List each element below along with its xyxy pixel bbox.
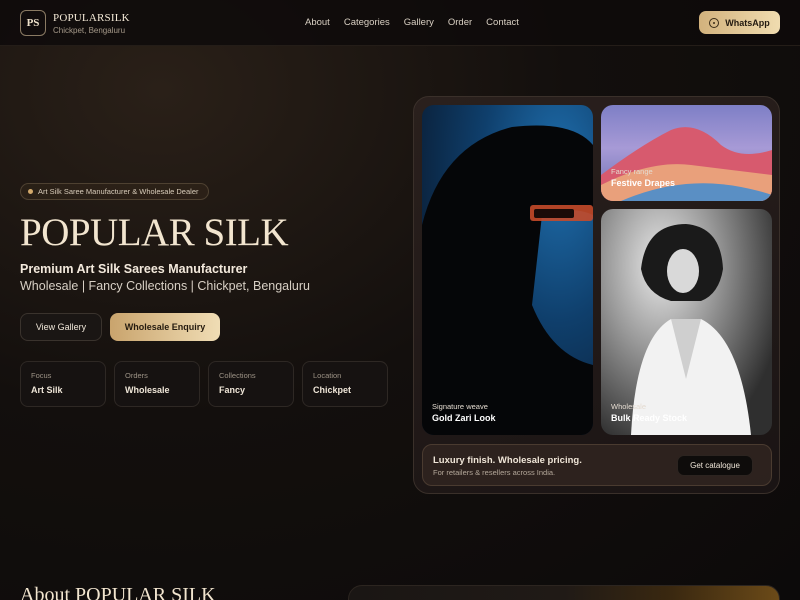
badge-text: Art Silk Saree Manufacturer & Wholesale … (38, 187, 199, 196)
stat-card: Focus Art Silk (20, 361, 106, 407)
chat-icon (709, 17, 720, 28)
brand-text: POPULARSILK Chickpet, Bengaluru (53, 12, 130, 35)
stat-label: Collections (219, 371, 256, 380)
stat-value: Wholesale (125, 385, 170, 395)
stat-value: Chickpet (313, 385, 352, 395)
hero-badge: Art Silk Saree Manufacturer & Wholesale … (20, 183, 209, 200)
main-nav: About Categories Gallery Order Contact (305, 17, 533, 28)
nav-categories[interactable]: Categories (344, 17, 390, 28)
strip-title: Luxury finish. Wholesale pricing. (433, 455, 582, 466)
stat-label: Location (313, 371, 342, 380)
card-caption: Fancy range Festive Drapes (611, 167, 675, 188)
gallery-card-gold-zari[interactable]: Signature weave Gold Zari Look (422, 105, 593, 435)
brand-name: POPULARSILK (53, 11, 130, 24)
about-image-panel (348, 585, 780, 600)
nav-about[interactable]: About (305, 17, 330, 28)
gallery-card-festive[interactable]: Fancy range Festive Drapes (601, 105, 772, 201)
get-catalogue-button[interactable]: Get catalogue (677, 455, 753, 476)
caption-small: Wholesale (611, 402, 647, 411)
caption-title: Bulk Ready Stock (611, 413, 688, 423)
caption-small: Fancy range (611, 167, 653, 176)
nav-contact[interactable]: Contact (486, 17, 519, 28)
stat-card: Collections Fancy (208, 361, 294, 407)
caption-title: Gold Zari Look (432, 413, 496, 423)
gallery-panel: Signature weave Gold Zari Look Fancy ran… (413, 96, 780, 494)
stats-row: Focus Art Silk Orders Wholesale Collecti… (20, 361, 396, 407)
hero-subtitle: Premium Art Silk Sarees Manufacturer (20, 262, 248, 276)
card-caption: Signature weave Gold Zari Look (432, 402, 496, 423)
brand-location: Chickpet, Bengaluru (53, 25, 126, 35)
badge-dot-icon (28, 189, 33, 194)
stat-label: Orders (125, 371, 148, 380)
logo: PS (20, 10, 46, 36)
top-navbar: PS POPULARSILK Chickpet, Bengaluru About… (0, 0, 800, 46)
stat-card: Location Chickpet (302, 361, 388, 407)
card-caption: Wholesale Bulk Ready Stock (611, 402, 687, 423)
whatsapp-button[interactable]: WhatsApp (699, 11, 780, 34)
whatsapp-label: WhatsApp (725, 17, 770, 28)
caption-title: Festive Drapes (611, 178, 676, 188)
wholesale-enquiry-button[interactable]: Wholesale Enquiry (110, 313, 220, 341)
strip-subtitle: For retailers & resellers across India. (433, 468, 556, 477)
nav-gallery[interactable]: Gallery (404, 17, 434, 28)
stat-value: Art Silk (31, 385, 63, 395)
stat-label: Focus (31, 371, 52, 380)
hero-tags: Wholesale | Fancy Collections | Chickpet… (20, 279, 310, 293)
view-gallery-button[interactable]: View Gallery (20, 313, 102, 341)
gallery-card-bulk[interactable]: Wholesale Bulk Ready Stock (601, 209, 772, 435)
stat-card: Orders Wholesale (114, 361, 200, 407)
caption-small: Signature weave (432, 402, 488, 411)
gallery-footer-strip: Luxury finish. Wholesale pricing. For re… (422, 444, 772, 486)
about-heading: About POPULAR SILK (20, 584, 216, 600)
silhouette-image (422, 125, 593, 435)
nav-order[interactable]: Order (448, 17, 472, 28)
hero-title: POPULAR SILK (20, 211, 289, 254)
stat-value: Fancy (219, 385, 246, 395)
brand[interactable]: PS POPULARSILK Chickpet, Bengaluru (20, 10, 130, 36)
